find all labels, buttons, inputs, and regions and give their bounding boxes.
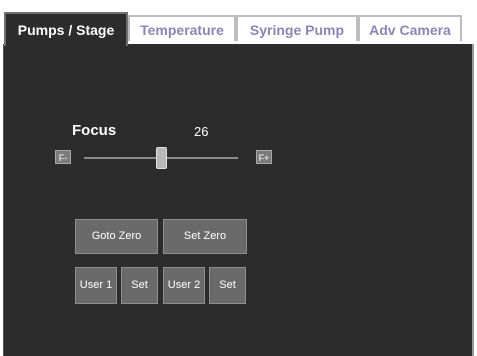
tab-syringe-pump[interactable]: Syringe Pump — [236, 15, 358, 41]
tab-temperature[interactable]: Temperature — [128, 15, 236, 41]
camera-control-window: Pumps / Stage Temperature Syringe Pump A… — [0, 0, 477, 356]
focus-slider-thumb[interactable] — [156, 147, 167, 169]
user1-set-button[interactable]: Set — [121, 267, 158, 304]
set-zero-button[interactable]: Set Zero — [163, 219, 247, 254]
tab-pumps-stage[interactable]: Pumps / Stage — [4, 12, 128, 46]
user2-button[interactable]: User 2 — [163, 267, 205, 304]
focus-label: Focus — [72, 122, 117, 139]
tab-adv-camera[interactable]: Adv Camera — [358, 15, 462, 41]
goto-zero-button[interactable]: Goto Zero — [75, 219, 158, 254]
user2-set-button[interactable]: Set — [209, 267, 246, 304]
pumps-stage-panel — [3, 44, 474, 356]
tab-strip: Pumps / Stage Temperature Syringe Pump A… — [0, 0, 477, 46]
focus-value: 26 — [194, 124, 209, 139]
focus-minus-button[interactable]: F- — [55, 150, 71, 164]
focus-plus-button[interactable]: F+ — [256, 150, 272, 164]
user1-button[interactable]: User 1 — [75, 267, 117, 304]
